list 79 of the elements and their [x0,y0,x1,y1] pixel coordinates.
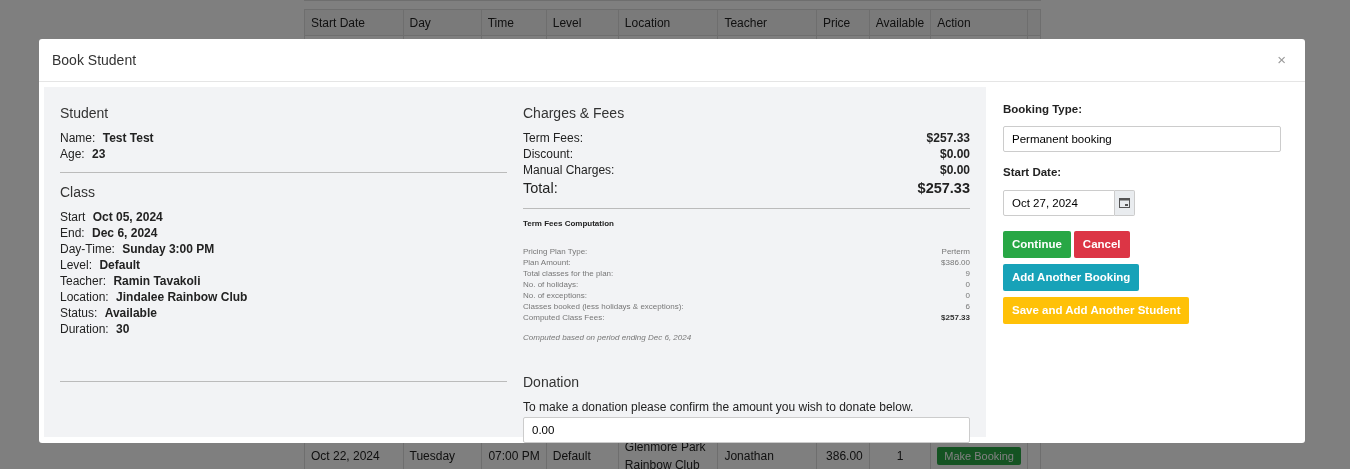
close-button[interactable]: × [1271,48,1292,72]
field-value: 30 [116,322,130,336]
fee-label: Discount: [523,146,574,162]
calendar-icon [1119,197,1130,208]
table-cell: Jonathan [724,449,774,463]
computation-value: $257.33 [941,312,970,323]
modal-title: Book Student [52,50,137,70]
total-label: Total: [523,179,558,198]
field-label: Name: [60,131,96,145]
donation-prompt: To make a donation please confirm the amount you wish to donate below. [523,399,915,415]
field-value: Ramin Tavakoli [113,274,201,288]
fee-label: Term Fees: [523,130,583,146]
donation-amount-field[interactable]: 0.00 [523,417,970,443]
table-cell: 1 [896,449,904,463]
field-value: Sunday 3:00 PM [122,242,215,256]
computation-value: 0 [965,290,970,301]
section-heading: Donation [523,373,581,392]
computation-heading: Term Fees Computation [523,218,615,230]
column-header: Available [875,15,925,30]
computation-label: Classes booked (less holidays & exceptions): [523,301,684,312]
column-header: Location [624,15,671,30]
computation-label: Plan Amount: [523,257,571,268]
field-value: Test Test [102,131,154,145]
total-value: $257.33 [917,179,970,198]
make-booking-button[interactable]: Make Booking [937,446,1021,466]
field-label: Start Date: [1003,165,1063,181]
field-label: Status: [60,306,98,320]
column-header: Action [937,15,971,30]
action-button[interactable]: Cancel [1073,230,1130,258]
column-header: Start Date [311,15,366,30]
action-button[interactable]: Save and Add Another Student [1003,297,1190,325]
field-label: Booking Type: [1003,102,1083,117]
field-value: Jindalee Rainbow Club [116,290,248,304]
computation-label: No. of holidays: [523,279,579,290]
column-header: Level [552,15,582,30]
computation-label: Pricing Plan Type: [523,246,588,257]
computation-value: 0 [965,279,970,290]
fee-label: Manual Charges: [523,162,615,178]
fee-value: $0.00 [939,162,970,178]
computation-value: $386.00 [941,257,970,268]
table-cell: Oct 22, 2024 [311,449,380,463]
computation-label: Computed Class Fees: [523,312,605,323]
table-cell: Tuesday [409,449,456,463]
field-label: Day-Time: [60,242,115,256]
field-label: Teacher: [60,274,107,288]
computation-value: 9 [965,268,970,279]
calendar-button[interactable] [1115,189,1135,216]
section-heading: Student [60,104,110,123]
booking-type-field[interactable]: Permanent booking [1003,126,1281,153]
table-cell: Default [552,449,591,463]
computation-value: 6 [965,301,970,312]
field-value: Default [99,258,141,272]
table-cell: 07:00 PM [488,449,540,463]
field-label: Age: [60,147,85,161]
field-value: Oct 05, 2024 [92,210,163,224]
field-label: Location: [60,290,109,304]
computation-label: Total classes for the plan: [523,268,614,279]
table-cell: 386.00 [826,449,863,463]
field-value: Dec 6, 2024 [92,226,158,240]
computation-label: No. of exceptions: [523,290,588,301]
section-heading: Class [60,183,96,202]
computation-note: Computed based on period ending Dec 6, 2024 [523,332,693,344]
computation-value: Perterm [941,246,970,257]
field-label: Start [60,210,86,224]
action-button[interactable]: Continue [1003,230,1071,258]
fee-value: $0.00 [939,146,970,162]
field-value: Available [104,306,157,320]
column-header: Day [409,15,431,30]
field-label: Level: [60,258,93,272]
field-label: End: [60,226,85,240]
fee-value: $257.33 [926,130,970,146]
field-value: 23 [92,147,106,161]
column-header: Teacher [724,15,768,30]
action-button[interactable]: Add Another Booking [1003,263,1140,291]
start-date-field[interactable]: Oct 27, 2024 [1003,189,1116,216]
section-heading: Charges & Fees [523,104,626,123]
column-header: Time [487,15,514,30]
column-header: Price [822,15,851,30]
field-label: Duration: [60,322,109,336]
